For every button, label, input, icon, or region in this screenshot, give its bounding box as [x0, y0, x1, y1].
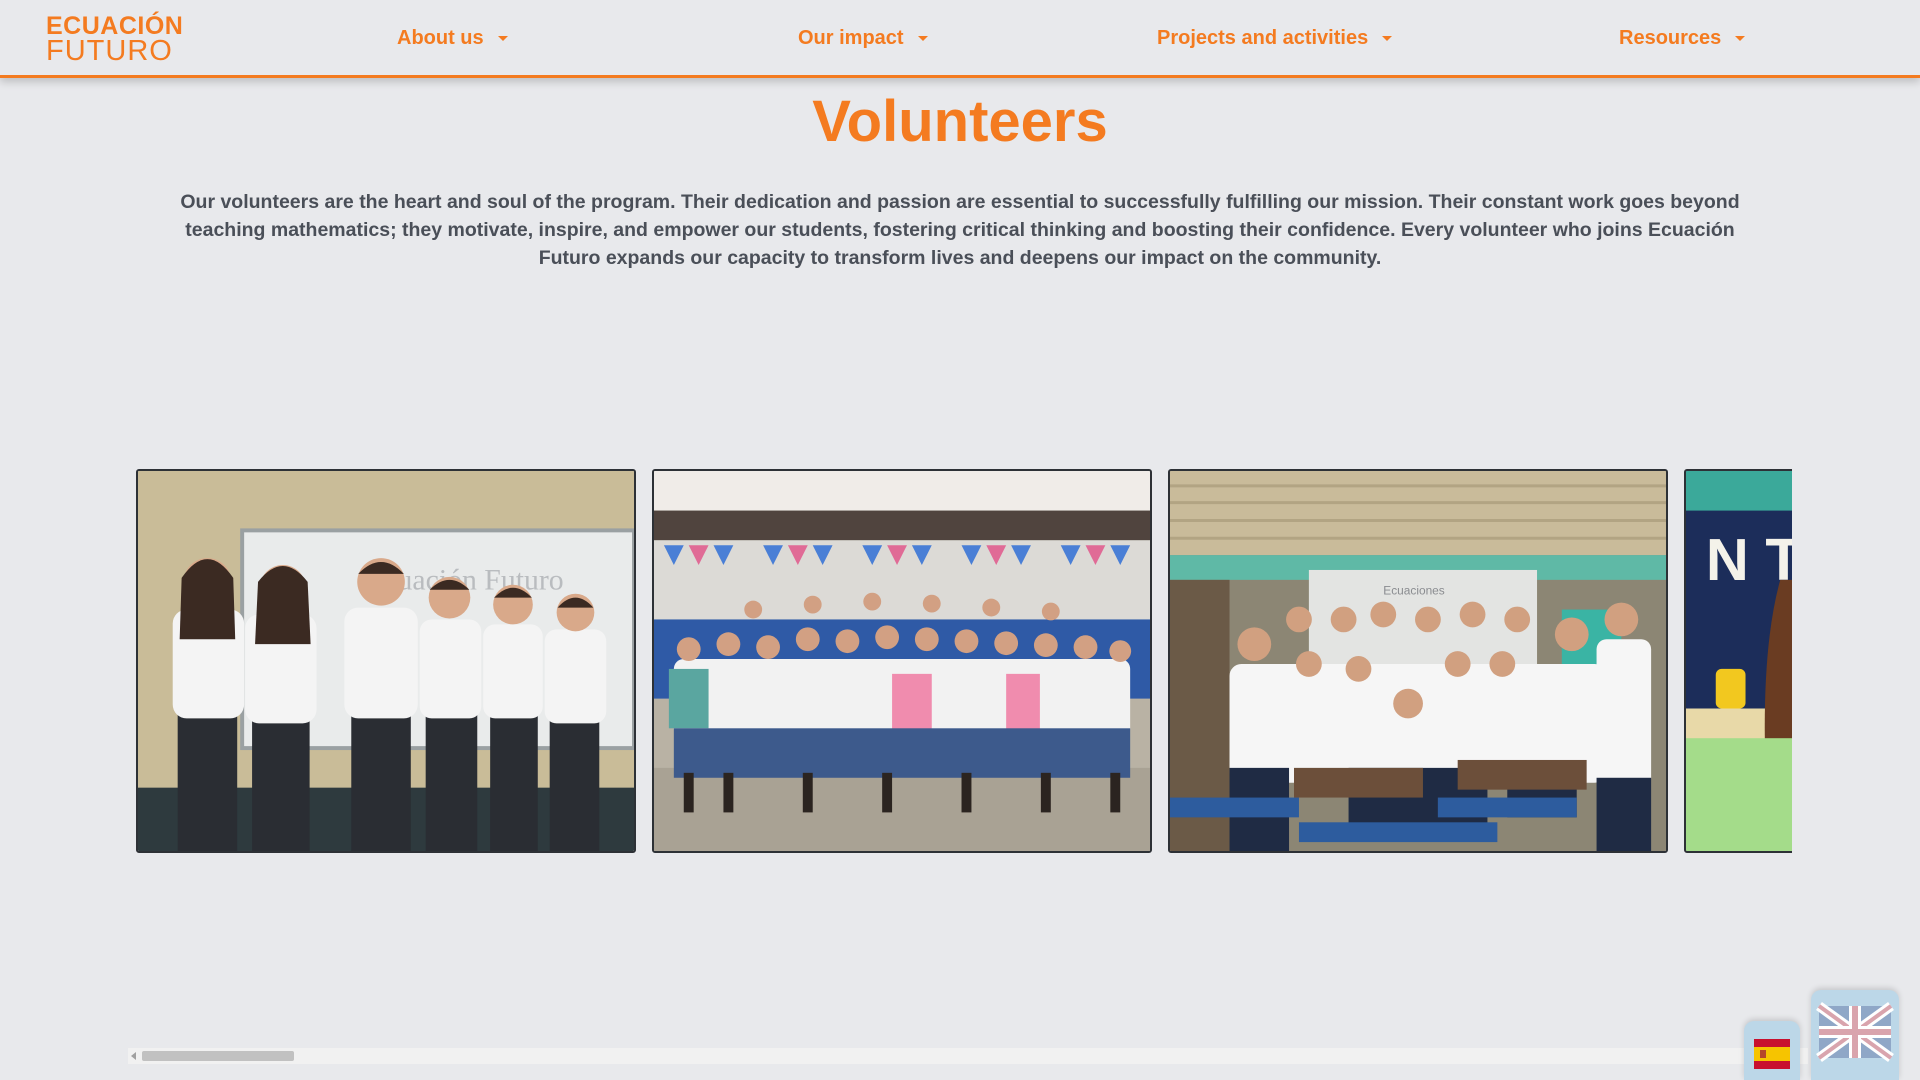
schoolyard-group-image	[654, 471, 1150, 851]
nav-item-label: About us	[397, 26, 484, 49]
carousel-scrollbar[interactable]	[128, 1048, 1808, 1064]
volunteers-whiteboard-photo[interactable]: Ecuación Futuro	[136, 469, 636, 853]
partial-classroom-photo[interactable]: N T3	[1684, 469, 1792, 853]
uk-flag-icon	[1816, 1001, 1894, 1063]
caret-down-icon	[1735, 35, 1746, 41]
classroom-group-photo[interactable]: Ecuaciones	[1168, 469, 1668, 853]
intro-paragraph: Our volunteers are the heart and soul of…	[180, 191, 1740, 269]
logo-line-2: FUTURO	[46, 35, 173, 67]
wall-letters: N T3	[1706, 526, 1792, 593]
nav-item-label: Projects and activities	[1157, 26, 1369, 49]
nav-item-label: Resources	[1619, 26, 1722, 49]
caret-down-icon	[917, 35, 928, 41]
nav-item-projects-and-activities[interactable]: Projects and activities	[1157, 24, 1393, 52]
scroll-left-arrow-icon[interactable]	[131, 1052, 136, 1060]
classroom-group-image: Ecuaciones	[1170, 471, 1666, 851]
nav-item-about-us[interactable]: About us	[397, 24, 508, 52]
photo-carousel[interactable]: Ecuación Futuro Ecuaciones N	[136, 469, 1792, 853]
spanish-flag-icon	[1754, 1039, 1790, 1069]
partial-classroom-image: N T3	[1686, 471, 1792, 851]
scrollbar-thumb[interactable]	[142, 1051, 294, 1061]
language-english-button[interactable]	[1811, 990, 1899, 1080]
volunteers-whiteboard-image: Ecuación Futuro	[138, 471, 634, 851]
page-title: Volunteers	[812, 89, 1108, 154]
ecuacion-futuro-logo[interactable]: ECUACIÓN FUTURO	[46, 12, 188, 66]
schoolyard-group-photo[interactable]	[652, 469, 1152, 853]
nav-item-resources[interactable]: Resources	[1619, 24, 1746, 52]
nav-item-our-impact[interactable]: Our impact	[798, 24, 928, 52]
language-spanish-button[interactable]	[1744, 1021, 1800, 1080]
top-navbar: ECUACIÓN FUTURO About us Our impact Proj…	[0, 0, 1920, 78]
nav-item-label: Our impact	[798, 26, 904, 49]
classroom-board-text: Ecuaciones	[1383, 584, 1445, 598]
caret-down-icon	[1382, 35, 1393, 41]
caret-down-icon	[497, 35, 508, 41]
